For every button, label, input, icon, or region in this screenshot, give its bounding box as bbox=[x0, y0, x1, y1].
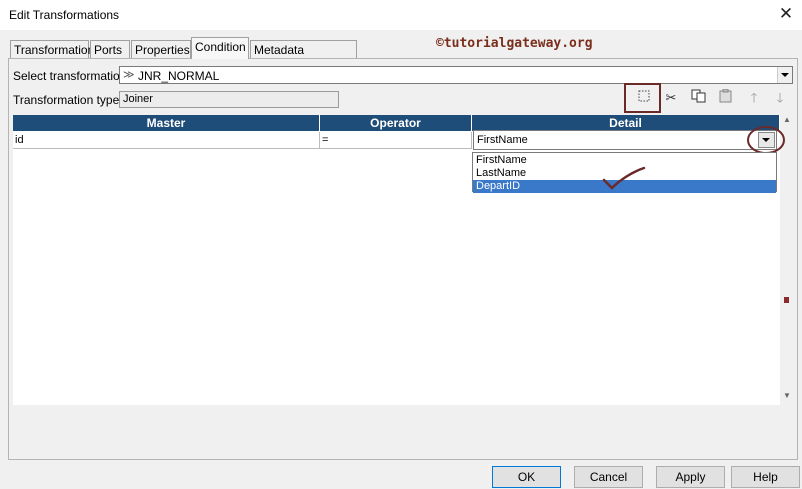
watermark: ©tutorialgateway.org bbox=[436, 36, 593, 51]
joiner-icon: ≫ bbox=[123, 69, 135, 81]
transformation-type-label: Transformation type: bbox=[13, 93, 123, 107]
move-up-icon[interactable]: 🡑 bbox=[745, 89, 763, 107]
tab-ports[interactable]: Ports bbox=[90, 40, 130, 58]
scroll-up-icon[interactable]: ▲ bbox=[783, 115, 791, 124]
copy-icon[interactable] bbox=[690, 89, 708, 107]
tab-label: Transformation bbox=[14, 43, 95, 57]
chevron-down-icon[interactable] bbox=[777, 67, 792, 83]
title-bar: Edit Transformations ✕ bbox=[0, 0, 802, 30]
transformation-type-field: Joiner bbox=[119, 91, 339, 108]
column-header-operator[interactable]: Operator bbox=[320, 115, 472, 131]
tab-label: Properties bbox=[135, 43, 190, 57]
checkmark-icon bbox=[602, 166, 646, 190]
tab-label: Ports bbox=[94, 43, 123, 57]
apply-button[interactable]: Apply bbox=[656, 466, 725, 488]
select-transformation-combo[interactable]: ≫ JNR_NORMAL bbox=[119, 66, 793, 84]
tab-metadata-extensions[interactable]: Metadata Extensions bbox=[250, 40, 357, 75]
move-down-icon[interactable]: 🡓 bbox=[771, 89, 789, 107]
tab-label: Condition bbox=[195, 40, 246, 54]
cell-master[interactable]: id bbox=[13, 132, 320, 149]
scroll-thumb[interactable] bbox=[784, 297, 789, 303]
close-icon[interactable]: ✕ bbox=[776, 4, 796, 24]
column-header-master[interactable]: Master bbox=[13, 115, 320, 131]
tab-transformation[interactable]: Transformation bbox=[10, 40, 94, 58]
column-header-detail[interactable]: Detail bbox=[472, 115, 780, 131]
help-button[interactable]: Help bbox=[731, 466, 800, 488]
scroll-down-icon[interactable]: ▼ bbox=[783, 391, 791, 400]
tab-properties[interactable]: Properties bbox=[131, 40, 191, 58]
cut-icon[interactable]: ✂ bbox=[662, 89, 680, 107]
cell-operator[interactable]: = bbox=[320, 132, 472, 149]
paste-icon[interactable] bbox=[717, 88, 735, 107]
detail-combo[interactable]: FirstName bbox=[473, 130, 777, 150]
vertical-scrollbar[interactable]: ▲ ▼ bbox=[780, 115, 795, 405]
detail-combo-value: FirstName bbox=[477, 134, 528, 146]
tab-condition[interactable]: Condition bbox=[191, 37, 249, 59]
select-transformation-value: JNR_NORMAL bbox=[138, 69, 220, 83]
select-transformation-label: Select transformation: bbox=[13, 69, 130, 83]
window-title: Edit Transformations bbox=[9, 8, 120, 22]
cancel-button[interactable]: Cancel bbox=[574, 466, 643, 488]
new-icon[interactable] bbox=[635, 89, 653, 107]
ok-button[interactable]: OK bbox=[492, 466, 561, 488]
